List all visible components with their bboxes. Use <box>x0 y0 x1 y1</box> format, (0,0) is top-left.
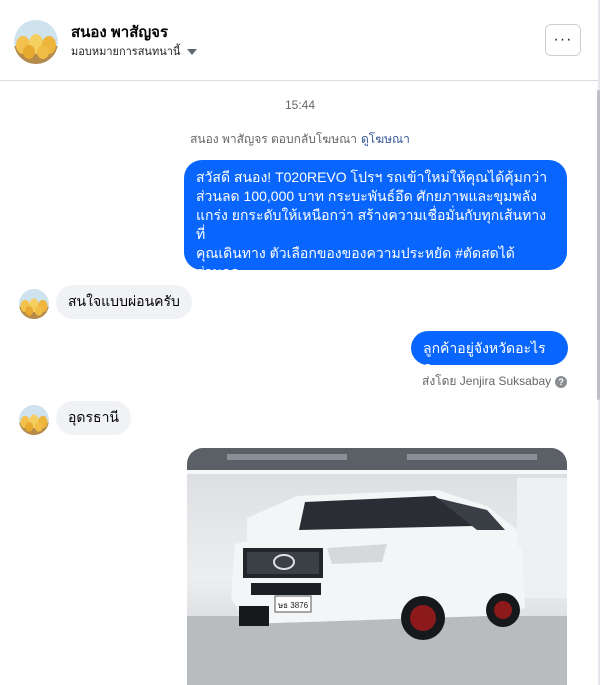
sent-by-label: ส่งโดย Jenjira Suksabay ? <box>422 372 568 391</box>
incoming-message-bubble[interactable]: สนใจแบบผ่อนครับ <box>56 285 192 319</box>
message-timestamp: 15:44 <box>284 98 316 112</box>
more-options-button[interactable]: ··· <box>545 24 581 56</box>
message-line: แกร่ง ยกระดับให้เหนือกว่า สร้างความเชื่อ… <box>196 207 547 242</box>
license-plate: ษธ 3876 <box>278 601 309 610</box>
ad-reply-text: สนอง พาสัญจร ตอบกลับโฆษณา <box>190 132 357 146</box>
outgoing-message-bubble[interactable]: สวัสดี สนอง! T020REVO โปรฯ รถเข้าใหม่ให้… <box>184 160 567 299</box>
message-line: สวัสดี สนอง! T020REVO โปรฯ รถเข้าใหม่ให้… <box>196 169 548 185</box>
sent-by-text: ส่งโดย Jenjira Suksabay <box>422 374 552 388</box>
help-icon[interactable]: ? <box>555 375 568 388</box>
contact-name[interactable]: สนอง พาสัญจร <box>71 20 168 44</box>
outgoing-message-bubble[interactable]: ลูกค้าอยู่จังหวัดอะไรคะ <box>411 331 568 375</box>
message-line: ส่วนลด 100,000 บาท กระบะพันธ์อึด ศักยภาพ… <box>196 188 538 204</box>
conversation-header: สนอง พาสัญจร มอบหมายการสนทนานี้ ··· <box>0 0 598 81</box>
contact-avatar[interactable] <box>14 20 58 64</box>
incoming-message-bubble[interactable]: อุดรธานี <box>56 401 131 435</box>
ad-reply-note: สนอง พาสัญจร ตอบกลับโฆษณา ดูโฆษณา <box>0 130 600 149</box>
contact-avatar-small[interactable] <box>19 405 49 435</box>
caret-down-icon <box>187 48 198 55</box>
assign-conversation-label: มอบหมายการสนทนานี้ <box>71 46 181 58</box>
contact-avatar-small[interactable] <box>19 289 49 319</box>
pickup-truck-image: ษธ 3876 <box>187 448 567 685</box>
truck-photo-attachment[interactable]: ษธ 3876 <box>187 448 567 685</box>
message-line: เยอะกว่า ให้คุณตัดสินใจได้ง่าย #ซื้อตอนน… <box>196 283 485 299</box>
assign-conversation-dropdown[interactable]: มอบหมายการสนทนานี้ <box>71 42 198 60</box>
view-ad-link[interactable]: ดูโฆษณา <box>361 132 410 146</box>
message-line: คุณเดินทาง ตัวเลือกของของความประหยัด #ตั… <box>196 245 515 280</box>
